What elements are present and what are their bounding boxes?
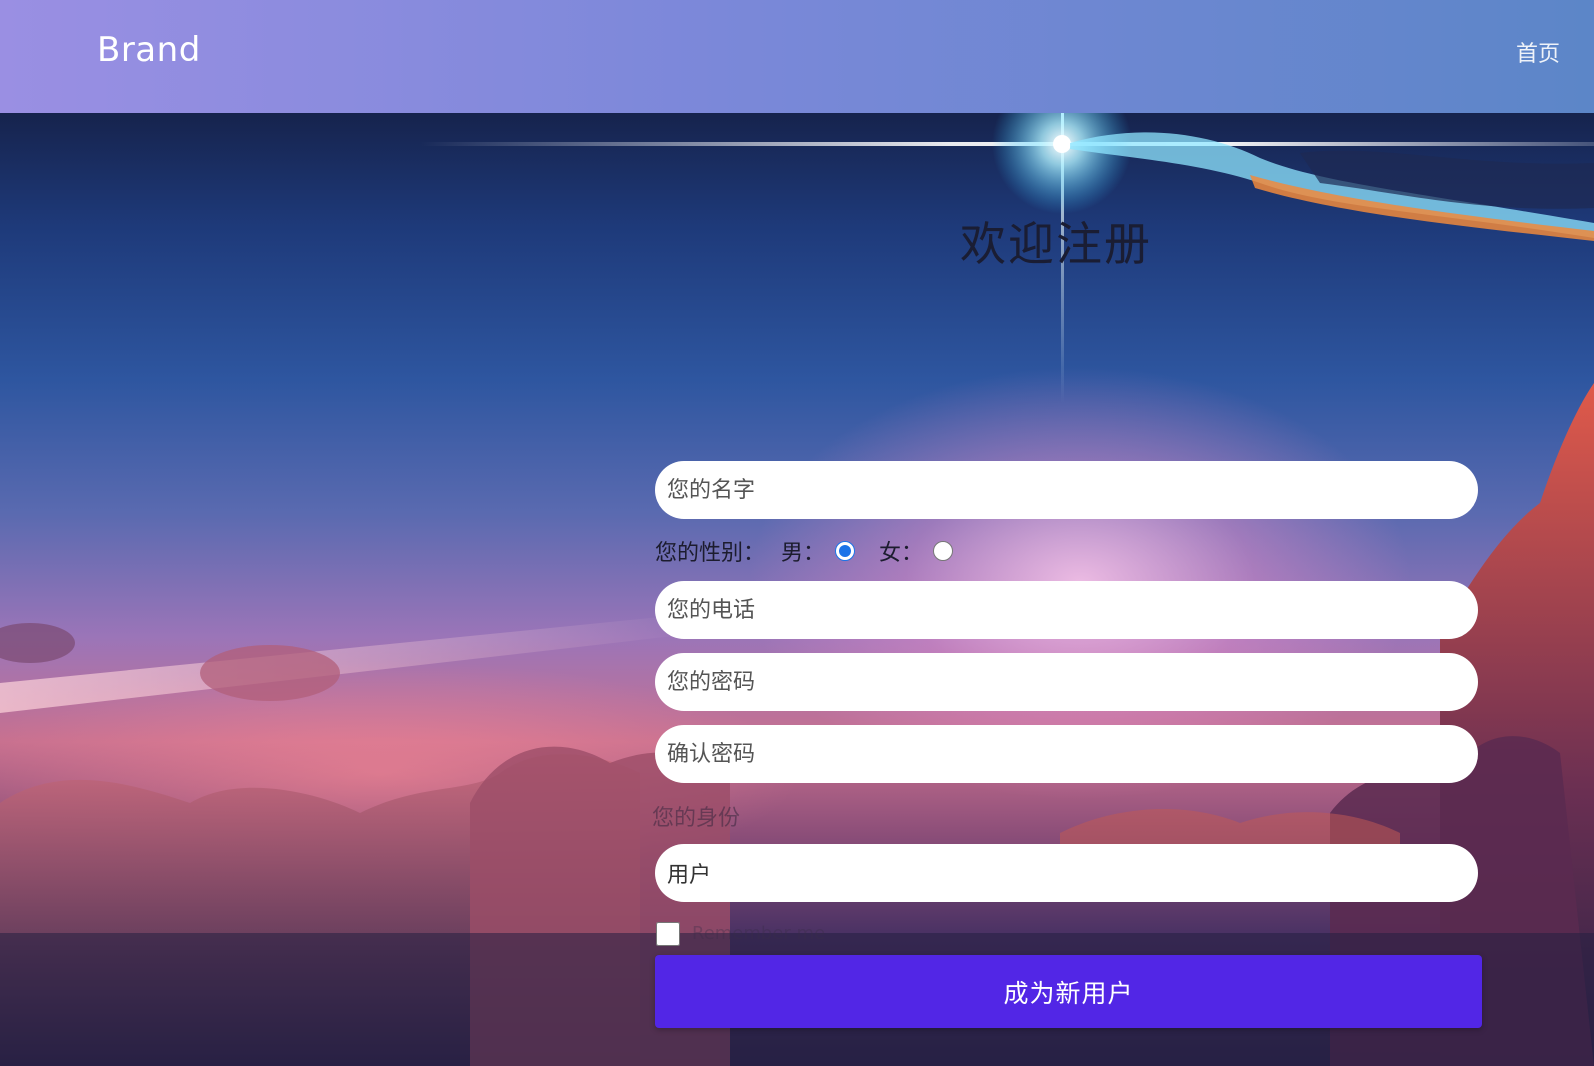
register-submit-button[interactable]: 成为新用户	[655, 955, 1482, 1028]
role-input[interactable]	[655, 844, 1478, 902]
role-label: 您的身份	[652, 806, 741, 831]
gender-group: 您的性别： 男： 女：	[655, 536, 977, 566]
gender-label: 您的性别：	[655, 541, 766, 566]
remember-checkbox[interactable]	[656, 922, 680, 946]
confirm-password-input[interactable]	[655, 725, 1478, 783]
gender-male-radio[interactable]	[835, 541, 856, 561]
navbar: Brand 首页	[0, 0, 1594, 113]
gender-female-radio[interactable]	[933, 541, 954, 561]
gender-male-label: 男：	[781, 541, 826, 566]
remember-label: Remember me	[692, 923, 826, 944]
name-input[interactable]	[655, 461, 1478, 519]
nav-home-link[interactable]: 首页	[1516, 36, 1560, 68]
gender-female-label: 女：	[879, 541, 924, 566]
phone-input[interactable]	[655, 581, 1478, 639]
brand-logo[interactable]: Brand	[97, 30, 201, 70]
page-title: 欢迎注册	[960, 217, 1152, 271]
password-input[interactable]	[655, 653, 1478, 711]
